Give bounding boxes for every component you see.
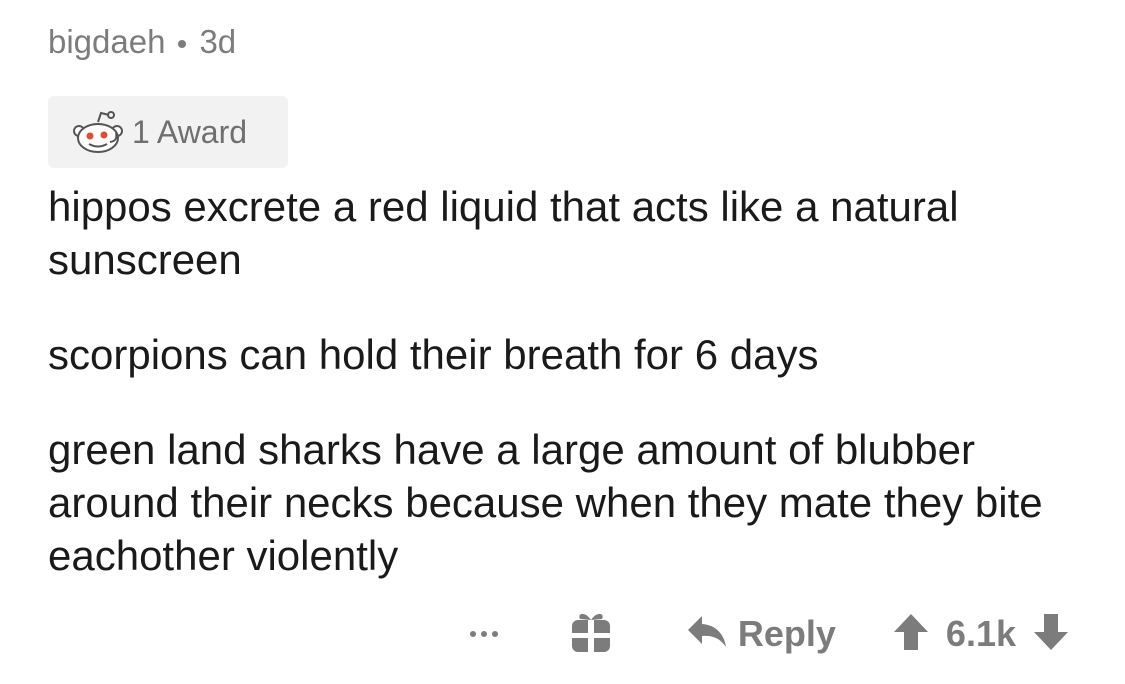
snoo-award-icon bbox=[70, 108, 126, 156]
more-options-icon[interactable] bbox=[469, 631, 498, 637]
comment-paragraph: hippos excrete a red liquid that acts li… bbox=[48, 183, 959, 283]
comment-body: hippos excrete a red liquid that acts li… bbox=[48, 180, 1088, 624]
comment-actions: Reply 6.1k bbox=[469, 606, 1070, 662]
reply-button[interactable]: Reply bbox=[686, 613, 836, 655]
reply-label: Reply bbox=[737, 613, 836, 654]
comment-paragraph: green land sharks have a large amount of… bbox=[48, 426, 1043, 579]
comment: bigdaeh 3d 1 Award hippos excrete a red … bbox=[48, 0, 1088, 684]
vote-score: 6.1k bbox=[945, 613, 1016, 654]
downvote-arrow-icon[interactable] bbox=[1032, 612, 1070, 657]
upvote-arrow-icon[interactable] bbox=[892, 612, 930, 657]
gift-icon[interactable] bbox=[568, 609, 614, 660]
comment-paragraph: scorpions can hold their breath for 6 da… bbox=[48, 331, 819, 378]
separator-dot bbox=[178, 40, 187, 48]
award-label: 1 Award bbox=[132, 113, 248, 150]
award-badge[interactable]: 1 Award bbox=[48, 96, 288, 168]
comment-meta: bigdaeh 3d bbox=[48, 22, 236, 62]
username[interactable]: bigdaeh bbox=[48, 23, 165, 61]
reply-arrow-icon bbox=[686, 614, 728, 655]
comment-age: 3d bbox=[199, 23, 237, 60]
